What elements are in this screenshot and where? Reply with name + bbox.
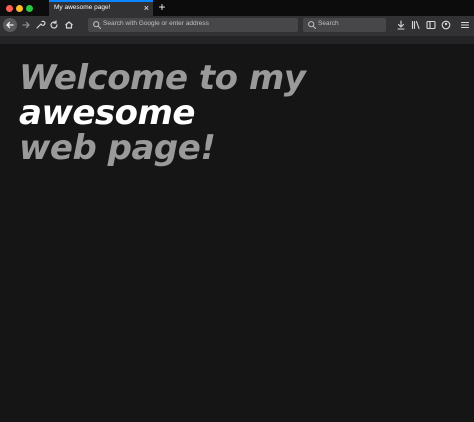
- headline-lead-text: Welcome to my: [19, 58, 306, 98]
- forward-button[interactable]: [19, 18, 33, 32]
- library-icon: [411, 20, 420, 30]
- window-maximize-button[interactable]: [26, 5, 33, 12]
- sidebar-button[interactable]: [424, 18, 438, 32]
- address-bar-placeholder: Search with Google or enter address: [103, 20, 209, 27]
- toolbar-divider: [0, 36, 474, 44]
- window-close-button[interactable]: [6, 5, 13, 12]
- search-bar[interactable]: Search: [303, 18, 386, 32]
- forward-arrow-icon: [22, 21, 30, 29]
- address-bar[interactable]: Search with Google or enter address: [88, 18, 298, 32]
- search-bar-placeholder: Search: [318, 20, 339, 27]
- download-icon: [397, 20, 405, 30]
- search-icon: [308, 21, 316, 29]
- new-tab-button[interactable]: +: [156, 1, 168, 15]
- sidebar-icon: [426, 20, 436, 30]
- tab-close-icon[interactable]: ×: [144, 3, 149, 13]
- account-button[interactable]: [439, 18, 453, 32]
- library-button[interactable]: [409, 18, 423, 32]
- tools-button[interactable]: [33, 18, 47, 32]
- home-icon: [65, 21, 73, 29]
- reload-button[interactable]: [47, 18, 61, 32]
- tab-active[interactable]: My awesome page! ×: [49, 0, 153, 16]
- window-minimize-button[interactable]: [16, 5, 23, 12]
- hamburger-menu-icon: [460, 21, 470, 29]
- search-icon: [93, 21, 101, 29]
- page-content: Welcome to my awesome web page!: [0, 44, 474, 422]
- menu-button[interactable]: [458, 18, 472, 32]
- headline-tail-text: web page!: [19, 128, 216, 168]
- page-headline: Welcome to my awesome web page!: [19, 61, 459, 166]
- wrench-icon: [36, 20, 46, 29]
- tab-title: My awesome page!: [54, 4, 111, 11]
- browser-window: My awesome page! × + Search with Google …: [0, 0, 474, 422]
- tab-strip: My awesome page! × +: [0, 0, 474, 16]
- account-icon: [441, 20, 451, 30]
- downloads-button[interactable]: [394, 18, 408, 32]
- reload-icon: [50, 20, 58, 29]
- headline-emphasis-text: awesome: [19, 93, 196, 133]
- back-arrow-icon: [6, 21, 14, 29]
- back-button[interactable]: [3, 18, 17, 32]
- home-button[interactable]: [62, 18, 76, 32]
